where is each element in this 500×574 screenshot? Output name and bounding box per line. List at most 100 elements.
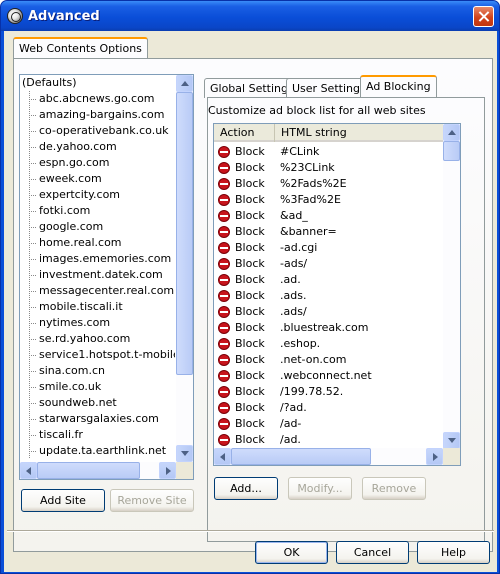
- table-row[interactable]: Block .net-on.com: [214, 352, 444, 368]
- site-list: (Defaults) abc.abcnews.go.com amazing-barg…: [20, 75, 175, 461]
- table-row[interactable]: Block/199.78.52.: [214, 384, 444, 400]
- add-rule-button[interactable]: Add...: [214, 477, 278, 500]
- scroll-up-button[interactable]: [176, 75, 193, 92]
- scroll-up-button[interactable]: [443, 124, 460, 141]
- html-string-cell: .webconnect.net: [280, 369, 372, 382]
- site-list-vscrollbar[interactable]: [176, 75, 193, 462]
- scroll-right-button[interactable]: [159, 462, 176, 479]
- table-row[interactable]: Block .ads.: [214, 288, 444, 304]
- title-bar[interactable]: Advanced: [1, 1, 499, 31]
- html-string-cell: &ad_: [280, 209, 308, 222]
- site-item[interactable]: soundweb.net: [20, 395, 175, 411]
- table-row[interactable]: Block .webconnect.net: [214, 368, 444, 384]
- close-button[interactable]: [473, 6, 494, 27]
- table-row[interactable]: Block &ad_: [214, 208, 444, 224]
- site-item[interactable]: messagecenter.real.com: [20, 283, 175, 299]
- site-item[interactable]: update.ta.earthlink.net: [20, 443, 175, 459]
- site-label: investment.datek.com: [39, 268, 163, 281]
- scroll-thumb[interactable]: [176, 92, 193, 375]
- site-item[interactable]: espn.go.com: [20, 155, 175, 171]
- scroll-thumb-horizontal[interactable]: [37, 462, 140, 479]
- chevron-down-icon: [448, 438, 456, 443]
- cancel-button[interactable]: Cancel: [336, 541, 409, 564]
- site-item[interactable]: tiscali.fr: [20, 427, 175, 443]
- site-item[interactable]: de.yahoo.com: [20, 139, 175, 155]
- add-site-button[interactable]: Add Site: [21, 489, 105, 512]
- table-row[interactable]: Block .eshop.: [214, 336, 444, 352]
- scroll-down-button[interactable]: [176, 445, 193, 462]
- tab-web-contents-options[interactable]: Web Contents Options: [13, 37, 148, 59]
- scroll-left-button[interactable]: [214, 448, 231, 465]
- remove-site-button[interactable]: Remove Site: [110, 489, 194, 512]
- site-item[interactable]: smile.co.uk: [20, 379, 175, 395]
- site-label: co-operativebank.co.uk: [39, 124, 169, 137]
- scroll-corner: [176, 462, 193, 479]
- site-item-defaults[interactable]: (Defaults): [20, 75, 175, 91]
- site-item[interactable]: images.ememories.com: [20, 251, 175, 267]
- site-listbox[interactable]: (Defaults) abc.abcnews.go.com amazing-barg…: [19, 74, 194, 480]
- site-item[interactable]: co-operativebank.co.uk: [20, 123, 175, 139]
- html-string-cell: &banner=: [280, 225, 337, 238]
- site-item[interactable]: abc.abcnews.go.com: [20, 91, 175, 107]
- modify-rule-button[interactable]: Modify...: [288, 477, 352, 500]
- site-item[interactable]: expertcity.com: [20, 187, 175, 203]
- site-label: sina.com.cn: [39, 364, 106, 377]
- tree-line: [29, 163, 37, 164]
- adblock-table[interactable]: Action HTML string Block #CLink Block %23CL…: [213, 123, 461, 466]
- table-row[interactable]: Block .ads/: [214, 304, 444, 320]
- action-cell: Block: [235, 225, 265, 238]
- table-row[interactable]: Block /?ad.: [214, 400, 444, 416]
- table-row[interactable]: Block &banner=: [214, 224, 444, 240]
- block-icon: [218, 402, 230, 414]
- site-label: nytimes.com: [39, 316, 111, 329]
- table-row[interactable]: Block %3Fad%2E: [214, 192, 444, 208]
- table-row[interactable]: Block .ad.: [214, 272, 444, 288]
- table-row[interactable]: Block/ad-: [214, 416, 444, 432]
- table-row[interactable]: Block #CLink: [214, 144, 444, 160]
- tab-user-settings[interactable]: User Settings: [286, 78, 372, 98]
- tree-line: [29, 227, 37, 228]
- html-string-cell: %2Fads%2E: [280, 177, 347, 190]
- tree-line: [29, 179, 37, 180]
- site-item[interactable]: sina.com.cn: [20, 363, 175, 379]
- block-icon: [218, 338, 230, 350]
- table-hscrollbar[interactable]: [214, 448, 443, 465]
- site-item[interactable]: home.real.com: [20, 235, 175, 251]
- column-header-html-string[interactable]: HTML string: [275, 124, 444, 142]
- site-item[interactable]: mobile.tiscali.it: [20, 299, 175, 315]
- site-label: se.rd.yahoo.com: [39, 332, 131, 345]
- scroll-left-button[interactable]: [20, 462, 37, 479]
- site-label: soundweb.net: [39, 396, 117, 409]
- table-row[interactable]: Block -ad.cgi: [214, 240, 444, 256]
- column-header-action[interactable]: Action: [214, 124, 275, 142]
- table-row[interactable]: Block -ads/: [214, 256, 444, 272]
- tab-ad-blocking[interactable]: Ad Blocking: [360, 75, 437, 98]
- site-item[interactable]: starwarsgalaxies.com: [20, 411, 175, 427]
- scroll-thumb-horizontal[interactable]: [231, 448, 371, 465]
- chevron-up-icon: [181, 81, 189, 86]
- table-row[interactable]: Block/ad.: [214, 432, 444, 448]
- site-item[interactable]: fotki.com: [20, 203, 175, 219]
- table-row[interactable]: Block .bluestreak.com: [214, 320, 444, 336]
- table-row[interactable]: Block %2Fads%2E: [214, 176, 444, 192]
- scroll-thumb[interactable]: [443, 141, 460, 161]
- site-item[interactable]: eweek.com: [20, 171, 175, 187]
- action-cell: Block: [235, 257, 265, 270]
- table-row[interactable]: Block %23CLink: [214, 160, 444, 176]
- site-label: amazing-bargains.com: [39, 108, 165, 121]
- site-item[interactable]: amazing-bargains.com: [20, 107, 175, 123]
- site-item[interactable]: investment.datek.com: [20, 267, 175, 283]
- site-item[interactable]: se.rd.yahoo.com: [20, 331, 175, 347]
- site-item[interactable]: google.com: [20, 219, 175, 235]
- site-list-hscrollbar[interactable]: [20, 462, 176, 479]
- table-vscrollbar[interactable]: [443, 124, 460, 449]
- block-icon: [218, 386, 230, 398]
- ok-button[interactable]: OK: [255, 541, 328, 564]
- site-item[interactable]: service1.hotspot.t-mobile.com: [20, 347, 175, 363]
- scroll-down-button[interactable]: [443, 432, 460, 449]
- site-item[interactable]: nytimes.com: [20, 315, 175, 331]
- action-cell: Block: [235, 433, 265, 446]
- scroll-right-button[interactable]: [426, 448, 443, 465]
- remove-rule-button[interactable]: Remove: [362, 477, 426, 500]
- help-button[interactable]: Help: [417, 541, 490, 564]
